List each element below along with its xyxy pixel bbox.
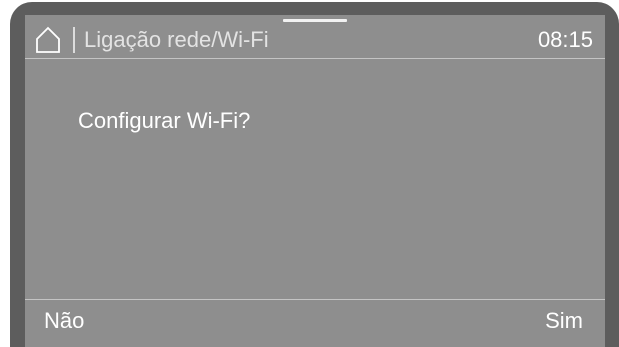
- clock-time: 08:15: [537, 27, 593, 52]
- display-screen: Ligação rede/Wi-Fi 08:15 Configurar Wi-F…: [25, 15, 605, 347]
- yes-button[interactable]: Sim: [545, 307, 583, 335]
- device: Ligação rede/Wi-Fi 08:15 Configurar Wi-F…: [0, 0, 619, 347]
- home-icon: [35, 26, 61, 54]
- home-button[interactable]: [35, 26, 61, 54]
- dialog-prompt: Configurar Wi-Fi?: [78, 108, 251, 133]
- footer-separator: [25, 299, 605, 300]
- header-bar: Ligação rede/Wi-Fi 08:15: [25, 15, 605, 57]
- no-button[interactable]: Não: [44, 307, 84, 335]
- page-title: Ligação rede/Wi-Fi: [84, 27, 269, 52]
- header-separator: [25, 58, 605, 59]
- header-divider: [73, 27, 75, 53]
